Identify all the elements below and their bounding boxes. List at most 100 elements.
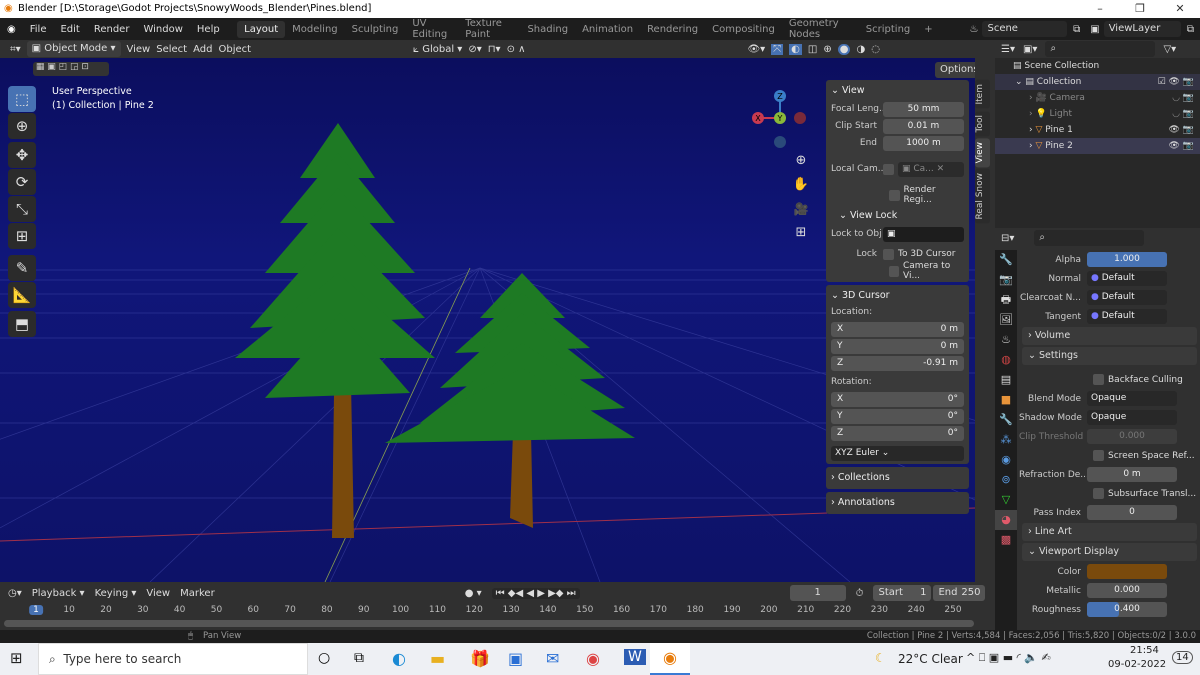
gift-icon[interactable]: 🎁 [470,649,490,668]
backface-culling-checkbox[interactable] [1093,374,1104,385]
clip-end-field[interactable]: 1000 m [883,135,964,151]
light-toggles[interactable]: ◡ 📷 [1172,106,1194,122]
cursor-tool-icon[interactable]: ⊕ [8,113,36,139]
auto-keying-icon[interactable]: ● ▾ [465,588,482,599]
pan-hand-icon[interactable]: ✋ [793,176,809,192]
tab-uv-editing[interactable]: UV Editing [405,15,458,43]
pivot-icon[interactable]: ⊘▾ [468,44,481,55]
menu-view[interactable]: View [127,44,151,55]
local-camera-checkbox[interactable] [883,163,894,175]
shadow-mode-dropdown[interactable]: Opaque [1087,410,1177,425]
clock-date[interactable]: 09-02-2022 [1108,659,1166,670]
cursor-z-field[interactable]: Z -0.91 m [831,355,964,371]
normal-field[interactable]: ● Default [1087,271,1167,286]
subsurface-checkbox[interactable] [1093,488,1104,499]
camera-view-icon[interactable]: 🎥 [794,202,809,216]
view-layer-icon[interactable]: ▣ [1090,24,1099,35]
rotate-tool-icon[interactable]: ⟳ [8,169,36,195]
viewport-display-section-header[interactable]: ⌄ Viewport Display [1022,543,1197,561]
particle-properties-icon[interactable]: ⁂ [995,430,1017,450]
tab-layout[interactable]: Layout [237,20,286,38]
menu-file[interactable]: File [23,24,54,35]
maximize-button[interactable]: ❐ [1120,0,1160,18]
system-tray-icons[interactable]: ^ ⎕ ▣ ▬ ◜ 🔈 ✍ [966,651,1051,665]
outliner-filter-icon[interactable]: ▽▾ [1163,44,1176,55]
preview-range-icon[interactable]: ⏱ [856,588,864,599]
outliner-item-light[interactable]: › 💡 Light ◡ 📷 [995,106,1200,122]
blender-menu-icon[interactable]: ◉ [0,24,23,35]
alpha-field[interactable]: 1.000 [1087,252,1167,267]
volume-section-header[interactable]: › Volume [1022,327,1197,345]
settings-section-header[interactable]: ⌄ Settings [1022,347,1197,365]
overlay-toggle-icon[interactable]: ◐ [789,43,802,55]
add-cube-tool-icon[interactable]: ⬒ [8,311,36,337]
view-layer-properties-icon[interactable]: 🖼 [995,310,1017,330]
roughness-slider[interactable]: 0.400 [1087,602,1167,617]
gizmo-toggle-icon[interactable]: ⤧ [771,43,784,55]
clip-start-field[interactable]: 0.01 m [883,118,964,134]
outliner-item-pine-1[interactable]: › ▽ Pine 1 👁 📷 [995,122,1200,138]
visibility-icon[interactable]: 👁▾ [747,44,765,55]
camera-toggles[interactable]: ◡ 📷 [1172,90,1194,106]
tab-texture-paint[interactable]: Texture Paint [458,15,520,43]
shading-rendered-icon[interactable]: ◌ [871,44,880,55]
outliner-item-pine-2[interactable]: › ▽ Pine 2 👁 📷 [995,138,1200,154]
rotation-x-field[interactable]: X 0° [831,391,964,407]
select-mode-buttons[interactable]: ▦ ▣ ◰ ◲ ⊡ [33,62,109,76]
zoom-icon[interactable]: ⊕ [796,153,807,168]
current-frame-field[interactable]: 1 [789,585,846,601]
tab-modeling[interactable]: Modeling [285,21,345,38]
mode-selector[interactable]: ▣ Object Mode ▾ [26,41,121,57]
camera-to-view-checkbox[interactable] [889,265,899,277]
view-lock-header[interactable]: ⌄ View Lock [831,207,964,225]
edge-icon[interactable]: ◐ [392,649,406,668]
tab-tool[interactable]: Tool [975,110,990,136]
notification-center-badge[interactable]: 14 [1172,651,1193,664]
tab-view[interactable]: View [975,137,990,168]
rotation-mode-dropdown[interactable]: XYZ Euler ⌄ [831,445,964,461]
snap-icon[interactable]: ⊓▾ [488,44,501,55]
new-scene-icon[interactable]: ⧉ [1073,24,1080,35]
world-properties-icon[interactable]: ◍ [995,350,1017,370]
timeline-editor-icon[interactable]: ◷▾ [8,588,22,599]
pine-1-toggles[interactable]: 👁 📷 [1169,122,1195,138]
cursor-x-field[interactable]: X 0 m [831,321,964,337]
gizmo-y[interactable]: Y [777,114,783,123]
annotations-panel-header[interactable]: › Annotations [831,494,964,512]
blender-taskbar-icon[interactable]: ◉ [650,643,690,675]
tab-shading[interactable]: Shading [520,21,575,38]
line-art-section-header[interactable]: › Line Art [1022,523,1197,541]
outliner-filter-view-icon[interactable]: ▣▾ [1023,44,1037,55]
timeline-ruler[interactable]: 1 10 20 30 40 50 60 70 80 90 100 110 120 130 140 150 160… [0,604,990,618]
scene-properties-icon[interactable]: ♨ [995,330,1017,350]
shading-material-icon[interactable]: ◑ [856,44,865,55]
timeline-view-menu[interactable]: View [146,588,170,599]
blend-mode-dropdown[interactable]: Opaque [1087,391,1177,406]
measure-tool-icon[interactable]: 📐 [8,282,36,308]
select-tool-icon[interactable]: ⬚ [8,86,36,112]
view-layer-selector[interactable]: ViewLayer [1103,21,1181,37]
render-region-checkbox[interactable] [889,189,900,201]
gizmo-x[interactable]: X [755,114,761,123]
rotation-y-field[interactable]: Y 0° [831,408,964,424]
cursor-y-field[interactable]: Y 0 m [831,338,964,354]
tool-properties-icon[interactable]: 🔧 [995,250,1017,270]
texture-properties-icon[interactable]: ▩ [995,530,1017,550]
add-workspace-button[interactable]: + [917,21,939,38]
marker-menu[interactable]: Marker [180,588,215,599]
properties-editor-type-icon[interactable]: ⊟▾ [1001,233,1014,244]
lock-to-cursor-checkbox[interactable] [883,248,894,260]
menu-object[interactable]: Object [218,44,251,55]
chrome-icon[interactable]: ◉ [586,649,600,668]
minimize-button[interactable]: – [1080,0,1120,18]
ssr-checkbox[interactable] [1093,450,1104,461]
outliner-item-camera[interactable]: › 🎥 Camera ◡ 📷 [995,90,1200,106]
pass-index-field[interactable]: 0 [1087,505,1177,520]
shading-wireframe-icon[interactable]: ⊕ [823,44,831,55]
object-properties-icon[interactable]: ■ [995,390,1017,410]
data-properties-icon[interactable]: ▽ [995,490,1017,510]
tab-compositing[interactable]: Compositing [705,21,782,38]
color-swatch[interactable] [1087,564,1167,579]
local-camera-field[interactable]: ▣ Ca... ✕ [898,161,964,177]
editor-type-icon[interactable]: ⌗▾ [10,44,21,55]
